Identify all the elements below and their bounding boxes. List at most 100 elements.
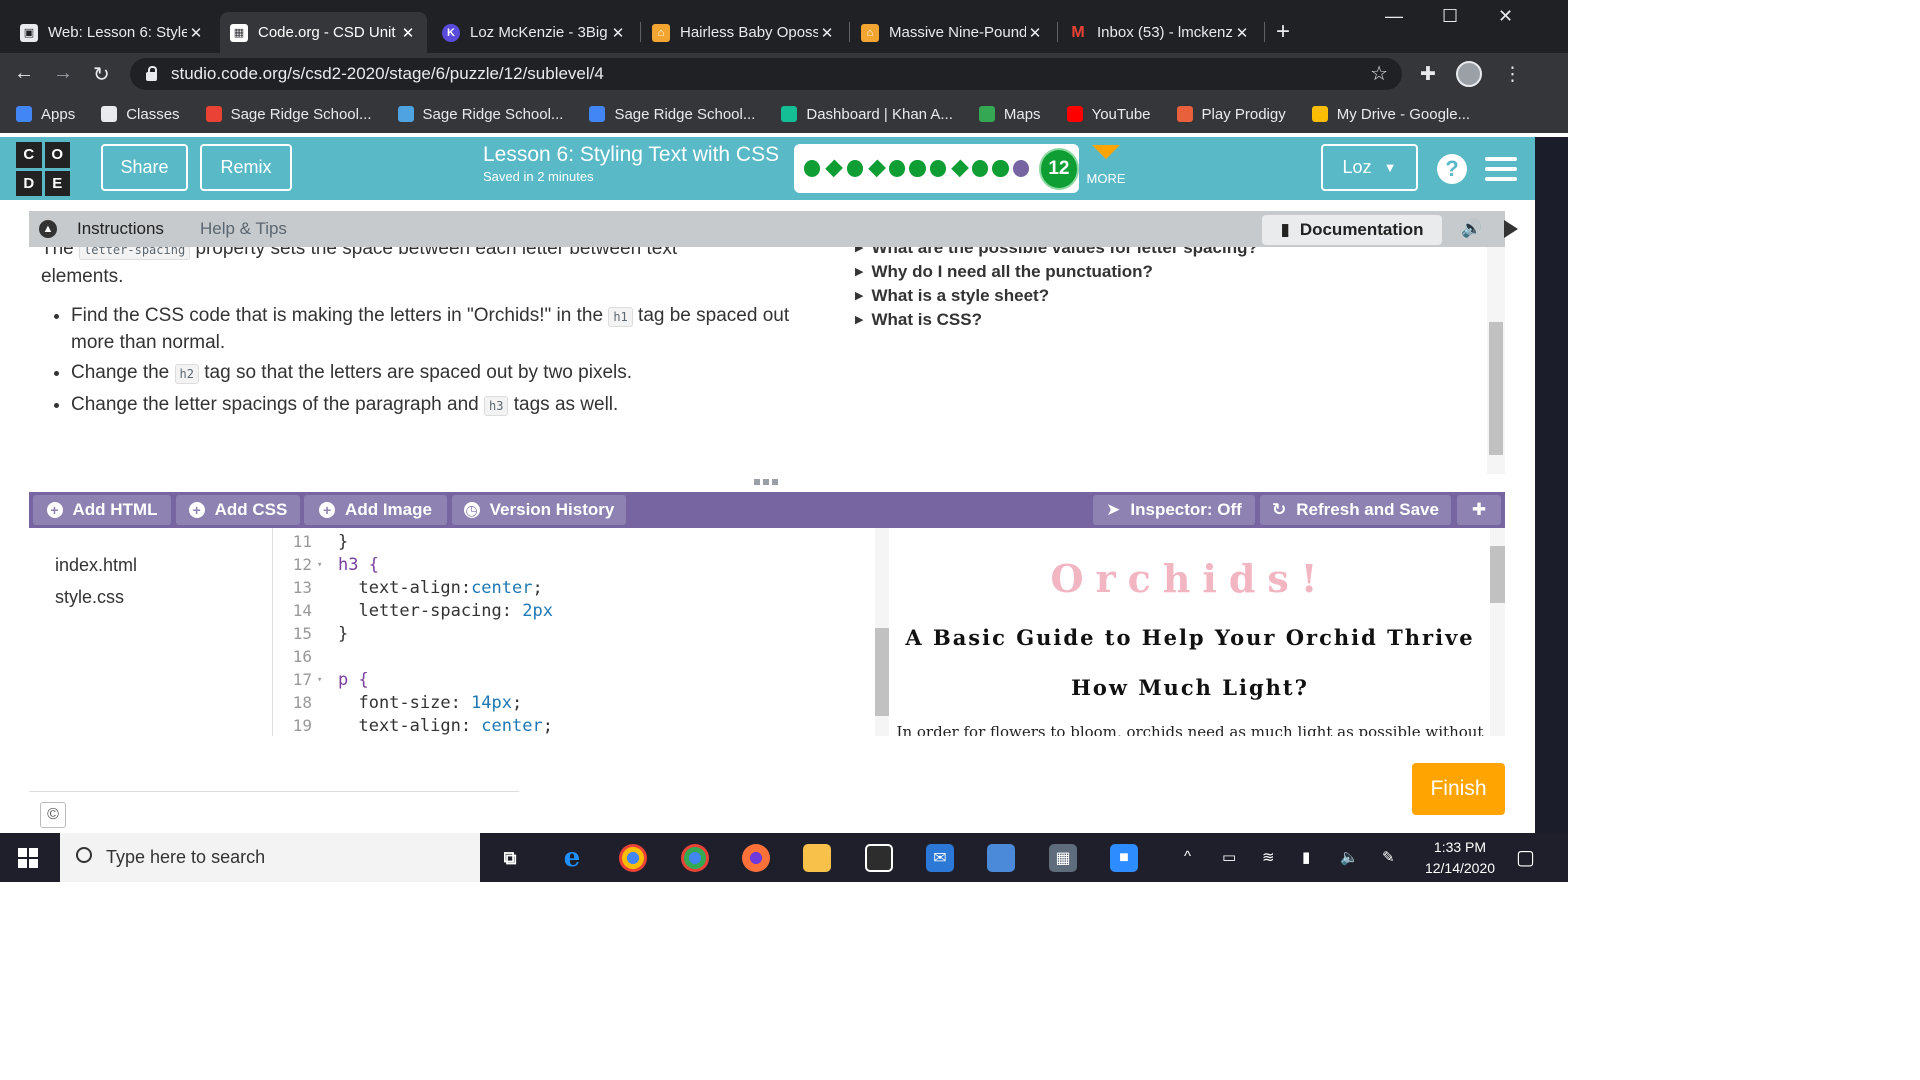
taskbar-clock[interactable]: 1:33 PM 12/14/2020: [1418, 837, 1502, 879]
code-line[interactable]: p {: [338, 670, 369, 690]
forward-button[interactable]: →: [53, 62, 73, 85]
volume-icon[interactable]: 🔈: [1340, 848, 1359, 866]
close-icon[interactable]: ✕: [1233, 24, 1251, 42]
hint-item[interactable]: What is CSS?: [855, 309, 1258, 333]
bookmark-star-icon[interactable]: ☆: [1370, 61, 1388, 86]
close-icon[interactable]: ✕: [609, 24, 627, 42]
minimize-button[interactable]: —: [1385, 6, 1403, 27]
current-level-bubble[interactable]: 12: [1038, 147, 1080, 190]
microphone-icon[interactable]: ▮: [1302, 848, 1310, 866]
level-dot[interactable]: [909, 160, 926, 177]
play-icon[interactable]: [1504, 220, 1518, 238]
fullscreen-icon[interactable]: ✚: [1457, 495, 1501, 525]
tray-chevron-icon[interactable]: ^: [1184, 848, 1191, 865]
firefox-icon[interactable]: [742, 844, 770, 872]
new-tab-button[interactable]: +: [1276, 18, 1290, 46]
code-line[interactable]: font-size: 14px;: [338, 693, 522, 713]
mail-icon[interactable]: ✉: [926, 844, 954, 872]
chrome-profile-icon[interactable]: [681, 844, 709, 872]
level-diamond[interactable]: [951, 159, 969, 178]
refresh-save-button[interactable]: ↻ Refresh and Save: [1260, 495, 1451, 525]
profile-avatar[interactable]: [1456, 61, 1482, 87]
back-button[interactable]: ←: [14, 62, 34, 85]
editor-scrollbar[interactable]: [875, 528, 889, 736]
add-html-button[interactable]: + Add HTML: [33, 495, 171, 525]
hint-item[interactable]: What is a style sheet?: [855, 285, 1258, 309]
tab-help-tips[interactable]: Help & Tips: [200, 219, 287, 239]
finish-button[interactable]: Finish: [1412, 763, 1505, 815]
bookmark-item[interactable]: YouTube: [1066, 106, 1151, 123]
bookmark-item[interactable]: Sage Ridge School...: [397, 106, 563, 123]
version-history-button[interactable]: ◷ Version History: [452, 495, 626, 525]
app-icon[interactable]: [987, 844, 1015, 872]
hamburger-menu-icon[interactable]: [1485, 157, 1517, 181]
battery-icon[interactable]: ▭: [1222, 848, 1236, 866]
bookmark-item[interactable]: Classes: [101, 106, 180, 123]
url-field[interactable]: studio.code.org/s/csd2-2020/stage/6/puzz…: [130, 58, 1402, 90]
reload-button[interactable]: ↻: [93, 62, 110, 87]
close-icon[interactable]: ✕: [1026, 24, 1044, 42]
documentation-button[interactable]: ▮ Documentation: [1262, 215, 1442, 245]
hint-item[interactable]: Why do I need all the punctuation?: [855, 261, 1258, 285]
scrollbar-thumb[interactable]: [875, 628, 889, 716]
user-menu-button[interactable]: Loz ▼: [1321, 144, 1418, 191]
bookmark-item[interactable]: Play Prodigy: [1176, 106, 1286, 123]
notifications-icon[interactable]: ▢: [1516, 845, 1535, 870]
fold-arrow-icon[interactable]: ▾: [317, 675, 322, 685]
add-css-button[interactable]: + Add CSS: [176, 495, 300, 525]
level-dot-current[interactable]: [1012, 160, 1029, 177]
file-explorer-icon[interactable]: [803, 844, 831, 872]
resize-handle[interactable]: [754, 479, 778, 485]
bookmark-item[interactable]: My Drive - Google...: [1311, 106, 1470, 123]
bookmark-item[interactable]: Sage Ridge School...: [205, 106, 372, 123]
codeorg-logo[interactable]: C O D E: [16, 142, 70, 196]
tab-loz-mckenzie[interactable]: K Loz McKenzie - 3Big ✕: [432, 12, 637, 53]
inspector-button[interactable]: ➤ Inspector: Off: [1093, 495, 1255, 525]
share-button[interactable]: Share: [101, 144, 188, 191]
level-dot[interactable]: [846, 160, 863, 177]
close-icon[interactable]: ✕: [187, 24, 205, 42]
code-line[interactable]: h3 {: [338, 555, 379, 575]
tab-nine-pound[interactable]: ⌂ Massive Nine-Pound ✕: [851, 12, 1054, 53]
collapse-icon[interactable]: ▲: [39, 220, 57, 238]
bookmark-item[interactable]: Apps: [16, 106, 75, 123]
taskbar-search-field[interactable]: Type here to search: [60, 833, 480, 882]
code-line[interactable]: text-align: center;: [338, 716, 553, 736]
windows-start-icon[interactable]: [18, 848, 38, 868]
add-image-button[interactable]: + Add Image: [304, 495, 447, 525]
scrollbar-thumb[interactable]: [1490, 546, 1505, 603]
window-close-button[interactable]: ✕: [1498, 6, 1513, 27]
more-levels-button[interactable]: MORE: [1086, 145, 1126, 186]
speaker-icon[interactable]: 🔊: [1461, 219, 1482, 239]
store-icon[interactable]: [865, 844, 893, 872]
code-line[interactable]: }: [338, 532, 348, 552]
code-line[interactable]: letter-spacing: 2px: [338, 601, 552, 621]
code-line[interactable]: }: [338, 624, 348, 644]
chrome-icon[interactable]: [619, 844, 647, 872]
level-dot[interactable]: [992, 160, 1009, 177]
tab-codeorg[interactable]: ▦ Code.org - CSD Unit ✕: [220, 12, 427, 53]
code-line[interactable]: text-align:center;: [338, 578, 542, 598]
bookmark-item[interactable]: Sage Ridge School...: [589, 106, 755, 123]
instructions-scrollbar[interactable]: [1487, 247, 1505, 474]
file-style-css[interactable]: style.css: [55, 587, 124, 608]
wifi-icon[interactable]: ≋: [1262, 848, 1275, 866]
calculator-icon[interactable]: ▦: [1049, 844, 1077, 872]
file-index-html[interactable]: index.html: [55, 555, 137, 576]
remix-button[interactable]: Remix: [200, 144, 292, 191]
pen-icon[interactable]: ✎: [1382, 848, 1395, 866]
help-icon[interactable]: ?: [1437, 154, 1467, 184]
level-dot[interactable]: [889, 160, 906, 177]
browser-menu-icon[interactable]: ⋮: [1503, 63, 1522, 86]
fold-arrow-icon[interactable]: ▾: [317, 560, 322, 570]
level-diamond[interactable]: [825, 159, 844, 178]
level-diamond[interactable]: [868, 159, 886, 178]
zoom-icon[interactable]: ■: [1110, 844, 1138, 872]
level-dot[interactable]: [804, 160, 821, 177]
level-dot[interactable]: [929, 160, 946, 177]
close-icon[interactable]: ✕: [818, 24, 836, 42]
tab-inbox[interactable]: M Inbox (53) - lmckenz ✕: [1059, 12, 1261, 53]
maximize-button[interactable]: ☐: [1442, 6, 1458, 27]
tab-web-lesson[interactable]: ▣ Web: Lesson 6: Style ✕: [10, 12, 215, 53]
scrollbar-thumb[interactable]: [1489, 322, 1503, 455]
